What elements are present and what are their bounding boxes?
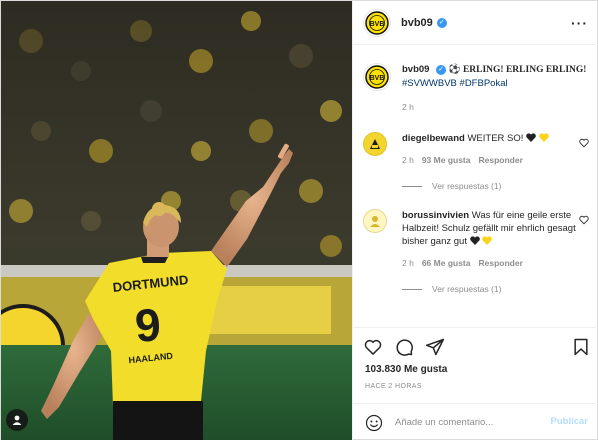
caption-text: ⚽ ERLING! ERLING ERLING! xyxy=(448,65,587,75)
svg-text:BVB: BVB xyxy=(370,21,385,28)
svg-text:BVB: BVB xyxy=(370,75,385,82)
comment-input[interactable] xyxy=(395,417,540,428)
post-photo[interactable]: DORTMUND 9 HAALAND xyxy=(1,1,352,440)
comment-icon[interactable] xyxy=(394,337,414,357)
comment-username[interactable]: borussinvivien xyxy=(402,210,469,221)
comment-username[interactable]: diegelbewand xyxy=(402,133,465,144)
black-heart-icon xyxy=(469,236,480,245)
post-author-username[interactable]: bvb09 xyxy=(401,17,433,29)
view-replies-label: Ver respuestas (1) xyxy=(432,181,502,191)
post-sidebar: BVB bvb09 ✓ ··· BVB bvb09 ✓ ⚽ ERLING! ER… xyxy=(352,1,598,440)
replies-divider xyxy=(402,288,422,290)
publish-button[interactable]: Publicar xyxy=(551,416,589,427)
more-horizontal-icon[interactable]: ··· xyxy=(571,15,588,31)
bvb-logo-icon: BVB xyxy=(365,65,389,89)
avatar[interactable]: BVB xyxy=(363,63,391,91)
caption-time: 2 h xyxy=(402,102,414,112)
wall-logo-icon xyxy=(370,139,380,149)
heart-icon[interactable] xyxy=(363,337,383,357)
add-comment-bar: Publicar xyxy=(353,403,598,440)
profile-photo-icon xyxy=(370,216,380,227)
comment-likes[interactable]: 93 Me gusta xyxy=(422,155,471,165)
view-replies-label: Ver respuestas (1) xyxy=(432,284,502,294)
like-comment-icon[interactable] xyxy=(579,215,589,225)
paper-plane-icon[interactable] xyxy=(425,337,445,357)
comment-item: diegelbewand WEITER SO! 2 h 93 Me gusta … xyxy=(363,132,591,191)
smiley-icon[interactable] xyxy=(365,414,383,432)
likes-number: 103.830 xyxy=(365,364,402,375)
yellow-heart-icon xyxy=(482,236,493,245)
reply-button[interactable]: Responder xyxy=(478,258,522,268)
replies-divider xyxy=(402,185,422,187)
comment-meta: 2 h 66 Me gusta Responder xyxy=(402,258,591,268)
comment-meta: 2 h 93 Me gusta Responder xyxy=(402,155,591,165)
instagram-post: DORTMUND 9 HAALAND BVB bvb09 ✓ ··· BVB b… xyxy=(0,0,598,440)
post-date: HACE 2 HORAS xyxy=(365,383,422,390)
caption-hashtags[interactable]: #SVWWBVB #DFBPokal xyxy=(402,78,508,89)
comments-section: BVB bvb09 ✓ ⚽ ERLING! ERLING ERLING! #SV… xyxy=(353,45,598,327)
bookmark-icon[interactable] xyxy=(571,337,591,357)
caption-username[interactable]: bvb09 xyxy=(402,64,429,75)
view-replies-button[interactable]: Ver respuestas (1) xyxy=(402,181,591,191)
view-replies-button[interactable]: Ver respuestas (1) xyxy=(402,284,591,294)
comment-item: borussinvivien Was für eine geile erste … xyxy=(363,209,591,294)
likes-label: Me gusta xyxy=(403,364,448,375)
comment-text: WEITER SO! xyxy=(467,133,524,144)
post-caption: BVB bvb09 ✓ ⚽ ERLING! ERLING ERLING! #SV… xyxy=(363,63,591,114)
post-header: BVB bvb09 ✓ ··· xyxy=(353,1,598,45)
avatar[interactable]: BVB xyxy=(363,8,391,37)
comment-time: 2 h xyxy=(402,155,414,165)
jersey-number-text: 9 xyxy=(133,298,162,352)
yellow-heart-icon xyxy=(538,133,549,142)
verified-badge-icon: ✓ xyxy=(436,17,447,28)
user-tag-icon[interactable] xyxy=(6,409,28,431)
post-actions: 103.830 Me gusta HACE 2 HORAS xyxy=(353,327,598,403)
comment-time: 2 h xyxy=(402,258,414,268)
like-comment-icon[interactable] xyxy=(579,138,589,148)
verified-badge-icon: ✓ xyxy=(436,65,447,75)
comment-likes[interactable]: 66 Me gusta xyxy=(422,258,471,268)
avatar[interactable] xyxy=(363,132,387,156)
avatar[interactable] xyxy=(363,209,387,233)
bvb-logo-icon: BVB xyxy=(365,10,389,35)
black-heart-icon xyxy=(526,133,536,142)
reply-button[interactable]: Responder xyxy=(478,155,522,165)
likes-count[interactable]: 103.830 Me gusta xyxy=(365,364,447,375)
player-celebration-image: DORTMUND 9 HAALAND xyxy=(1,1,352,440)
